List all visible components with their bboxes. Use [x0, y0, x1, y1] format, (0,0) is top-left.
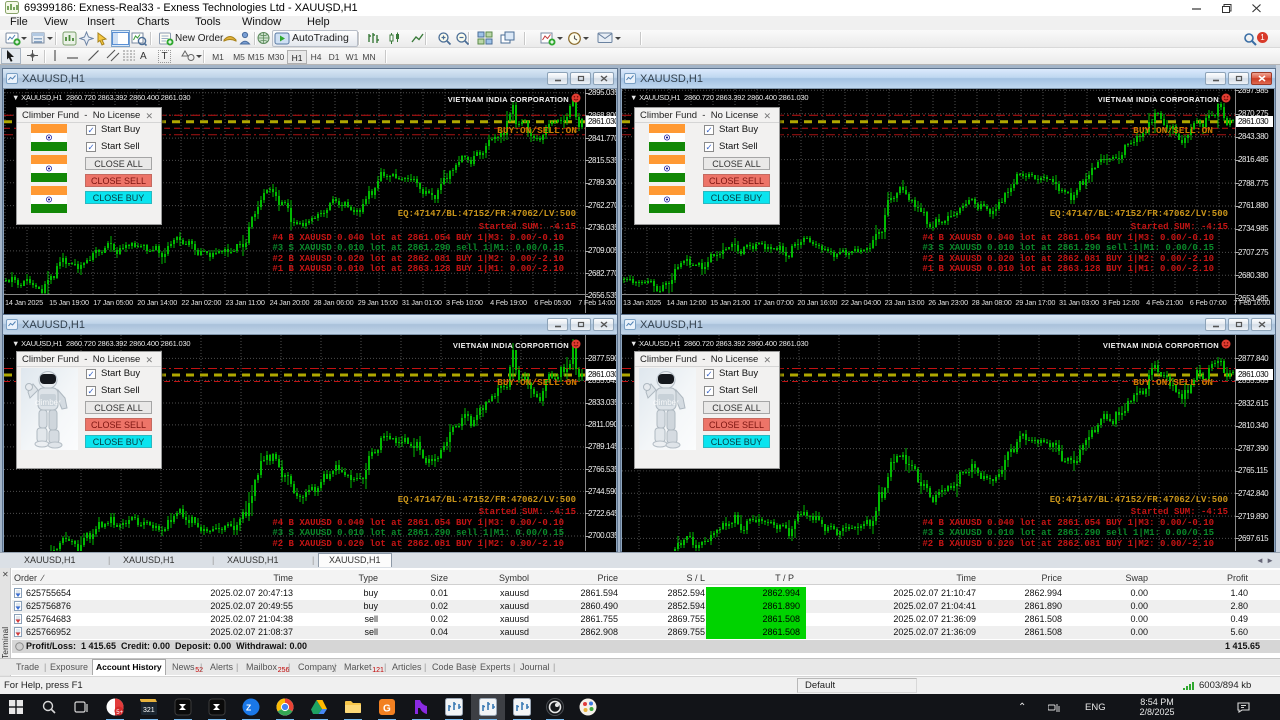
svg-text:321: 321 [143, 707, 155, 714]
svg-text:climber: climber [35, 398, 61, 407]
svg-text:climber: climber [653, 398, 679, 407]
svg-text:G: G [383, 704, 391, 715]
svg-text:5+: 5+ [116, 710, 123, 716]
svg-text:Z: Z [246, 703, 251, 713]
